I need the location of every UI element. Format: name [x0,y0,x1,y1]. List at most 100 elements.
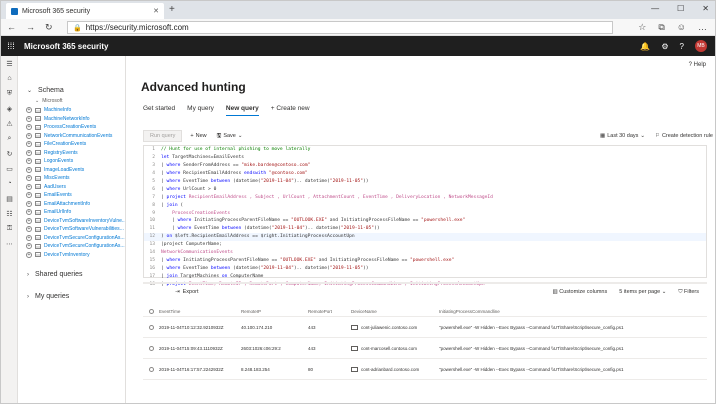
row-checkbox[interactable] [143,324,159,330]
editor-line[interactable]: 5 | where EventTime between (datetime("20… [144,178,706,186]
items-per-page-dropdown[interactable]: 5 items per page ⌄ [619,289,666,296]
incidents-icon[interactable]: ◈ [1,101,18,116]
schema-table-item[interactable]: + EmailUrlInfo [18,208,125,217]
shared-queries-section[interactable]: › Shared queries [27,271,125,278]
column-header-commandline[interactable]: InitiatingProcessCommandline [439,309,639,314]
expand-icon[interactable]: + [26,234,32,241]
editor-line[interactable]: 4 | where RecipientEmailAddress endswith … [144,170,706,178]
tab-new-query[interactable]: New query [225,105,259,116]
editor-line[interactable]: 14 NetworkCommunicationEvents [144,249,706,257]
expand-icon[interactable]: + [26,149,32,156]
expand-icon[interactable]: + [26,141,32,148]
expand-icon[interactable]: + [26,217,32,224]
editor-line[interactable]: 10 | where InitiatingProcessParentFileNa… [144,217,706,225]
schema-table-item[interactable]: + DeviceTvmSoftwareVulnerabilities... [18,225,125,234]
close-window-icon[interactable]: ✕ [702,4,709,13]
more-icon[interactable]: … [698,22,707,33]
minimize-icon[interactable]: — [651,4,659,13]
permissions-icon[interactable]: ⚿ [1,221,18,236]
schema-table-item[interactable]: + MiscEvents [18,174,125,183]
editor-line[interactable]: 11 | where EventTime between (datetime("… [144,225,706,233]
editor-line[interactable]: 12) on $left.RecipientEmailAddress == $r… [144,232,706,241]
schema-table-item[interactable]: + DeviceTvmSoftwareInventoryVulne... [18,217,125,226]
tab-my-query[interactable]: My query [187,105,214,116]
refresh-icon[interactable]: ↻ [45,22,53,33]
expand-icon[interactable]: + [26,192,32,199]
create-new-tab[interactable]: + Create new [271,105,310,116]
schema-table-item[interactable]: + EmailAttachmentInfo [18,200,125,209]
profile-icon[interactable]: ☺ [677,22,686,33]
schema-section-header[interactable]: ⌄ Schema [27,87,125,94]
new-tab-icon[interactable]: + [169,4,175,15]
run-query-button[interactable]: Run query [143,130,183,142]
app-launcher-icon[interactable]: ⁞⁞⁞ [1,41,21,51]
editor-line[interactable]: 6 | where UrlCount > 0 [144,185,706,193]
editor-line[interactable]: 3 | where SenderFromAddress == "mike.bard… [144,162,706,170]
help-link[interactable]: ? Help [689,62,706,68]
create-detection-rule-button[interactable]: ⚐ Create detection rule [655,133,713,139]
expand-icon[interactable]: + [26,209,32,216]
editor-line[interactable]: 1 // Hunt for use of internal phishing to… [144,146,706,154]
schema-table-item[interactable]: + DeviceTvmSecureConfigurationAs... [18,242,125,251]
expand-icon[interactable]: + [26,124,32,131]
policies-icon[interactable]: ☷ [1,206,18,221]
schema-table-item[interactable]: + DeviceTvmSecureConfigurationAs... [18,234,125,243]
cell-devicename[interactable]: cont-adrianbard.contoso.com [351,366,439,372]
filters-button[interactable]: ⛉ Filters [678,289,699,296]
schema-group[interactable]: ⌄ Microsoft [35,98,125,104]
editor-line[interactable]: 8 | join ( [144,201,706,209]
cell-devicename[interactable]: cont-marcosell.contoso.com [351,345,439,351]
alerts-icon[interactable]: ⚠ [1,116,18,131]
expand-icon[interactable]: + [26,243,32,250]
resize-splitter[interactable] [143,282,707,284]
column-header-remoteip[interactable]: RemoteIP [241,309,308,314]
editor-line[interactable]: 17 | join TargetMachines on ComputerName [144,272,706,280]
column-header-eventtime[interactable]: EventTime [159,309,241,314]
save-button[interactable]: 🖫 Save ⌄ [217,132,243,141]
expand-icon[interactable]: + [26,158,32,165]
close-tab-icon[interactable]: ✕ [153,7,159,15]
schema-table-item[interactable]: + ImageLoadEvents [18,166,125,175]
table-row[interactable]: 2019-11-04T10:12:32.9210932Z 40.100.174.2… [143,317,707,338]
editor-line[interactable]: 9 ProcessCreationEvents [144,209,706,217]
row-checkbox[interactable] [143,345,159,351]
more-nav-icon[interactable]: ⋯ [1,236,18,251]
browser-tab[interactable]: Microsoft 365 security ✕ [6,3,164,19]
export-button[interactable]: ⇥ Export [175,289,199,295]
column-header-devicename[interactable]: DeviceName [351,309,439,314]
row-checkbox[interactable] [143,366,159,372]
expand-icon[interactable]: + [26,183,32,190]
expand-icon[interactable]: + [26,226,32,233]
query-editor[interactable]: 1 // Hunt for use of internal phishing to… [143,145,707,287]
editor-line[interactable]: 13 |project ComputerName; [144,241,706,249]
schema-table-item[interactable]: + AadUsers [18,183,125,192]
threat-analytics-icon[interactable]: ◔ [1,176,18,191]
editor-line[interactable]: 2 let TargetMachines=EmailEvents [144,154,706,162]
schema-table-item[interactable]: + FileCreationEvents [18,140,125,149]
shield-icon[interactable]: ⛨ [1,86,18,101]
collapse-nav-icon[interactable]: ☰ [1,56,18,71]
table-row[interactable]: 2019-11-04T16:17:57.2242932Z 8.248.183.25… [143,359,707,380]
editor-line[interactable]: 15 | where InitiatingProcessParentFileNam… [144,256,706,264]
action-center-icon[interactable]: ↻ [1,146,18,161]
schema-table-item[interactable]: + MachineInfo [18,106,125,115]
settings-icon[interactable]: ⚙ [661,42,668,51]
expand-icon[interactable]: + [26,200,32,207]
editor-line[interactable]: 7 | project RecipientEmailAddress , Subje… [144,193,706,201]
tab-get-started[interactable]: Get started [143,105,175,116]
schema-table-item[interactable]: + LogonEvents [18,157,125,166]
collections-icon[interactable]: ⧉ [658,22,664,33]
expand-icon[interactable]: + [26,132,32,139]
expand-icon[interactable]: + [26,107,32,114]
schema-table-item[interactable]: + RegistryEvents [18,149,125,158]
avatar[interactable]: MB [695,40,707,52]
maximize-icon[interactable]: ☐ [677,4,684,13]
reports-icon[interactable]: ▤ [1,191,18,206]
time-range-dropdown[interactable]: ▦ Last 30 days ⌄ [600,133,645,139]
expand-icon[interactable]: + [26,251,32,258]
notifications-icon[interactable]: 🔔 [640,42,650,51]
devices-icon[interactable]: ▭ [1,161,18,176]
new-button[interactable]: + New [190,133,206,139]
column-header-remoteport[interactable]: RemotePort [308,309,351,314]
my-queries-section[interactable]: › My queries [27,293,125,300]
